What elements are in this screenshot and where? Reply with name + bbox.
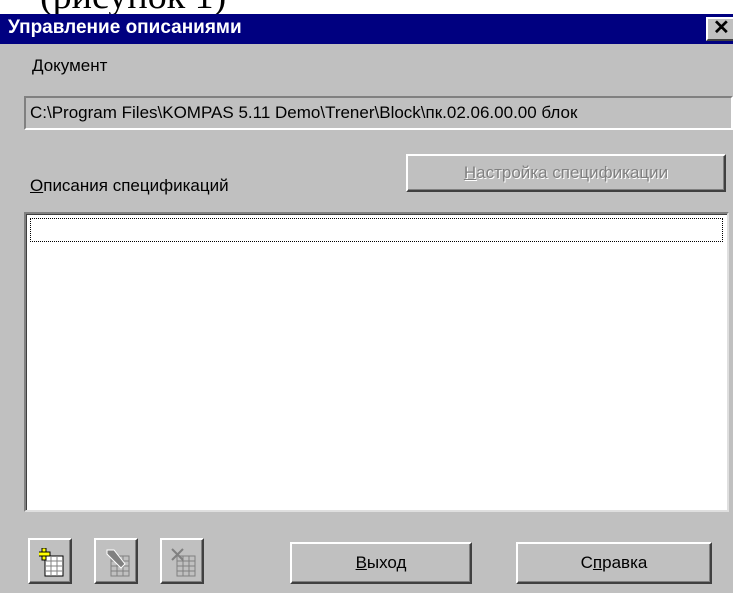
spec-settings-label: астройка спецификации (476, 163, 669, 182)
close-icon: ✕ (713, 17, 730, 39)
spec-descriptions-list[interactable] (24, 212, 729, 512)
list-focus-row[interactable] (30, 218, 723, 242)
spec-descriptions-mnemonic: О (30, 176, 44, 195)
delete-description-icon (171, 548, 196, 577)
help-mnemonic: п (592, 553, 603, 572)
exit-label: ыход (366, 553, 407, 572)
spec-descriptions-label: Описания спецификаций (30, 176, 229, 196)
add-description-button[interactable] (28, 538, 72, 584)
delete-description-button[interactable] (160, 538, 204, 584)
dialog-title: Управление описаниями (8, 17, 242, 38)
help-button[interactable]: Справка (516, 542, 712, 584)
close-button[interactable]: ✕ (706, 17, 733, 41)
title-bar[interactable]: Управление описаниями ✕ (0, 14, 733, 44)
spec-descriptions-label-text: писания спецификаций (43, 176, 229, 195)
add-description-icon (39, 548, 64, 577)
document-path-field: C:\Program Files\KOMPAS 5.11 Demo\Trener… (24, 96, 733, 130)
document-label: Документ (32, 56, 108, 75)
exit-button[interactable]: Выход (290, 542, 472, 584)
help-label-prefix: С (580, 553, 593, 572)
help-label: равка (602, 553, 648, 572)
spec-settings-button[interactable]: Настройка спецификации (406, 154, 726, 192)
spec-settings-mnemonic: Н (463, 163, 477, 182)
description-manager-dialog: Управление описаниями ✕ Документ C:\Prog… (0, 14, 733, 593)
edit-description-icon (106, 549, 130, 577)
edit-description-button[interactable] (94, 538, 138, 584)
exit-mnemonic: В (355, 553, 367, 572)
